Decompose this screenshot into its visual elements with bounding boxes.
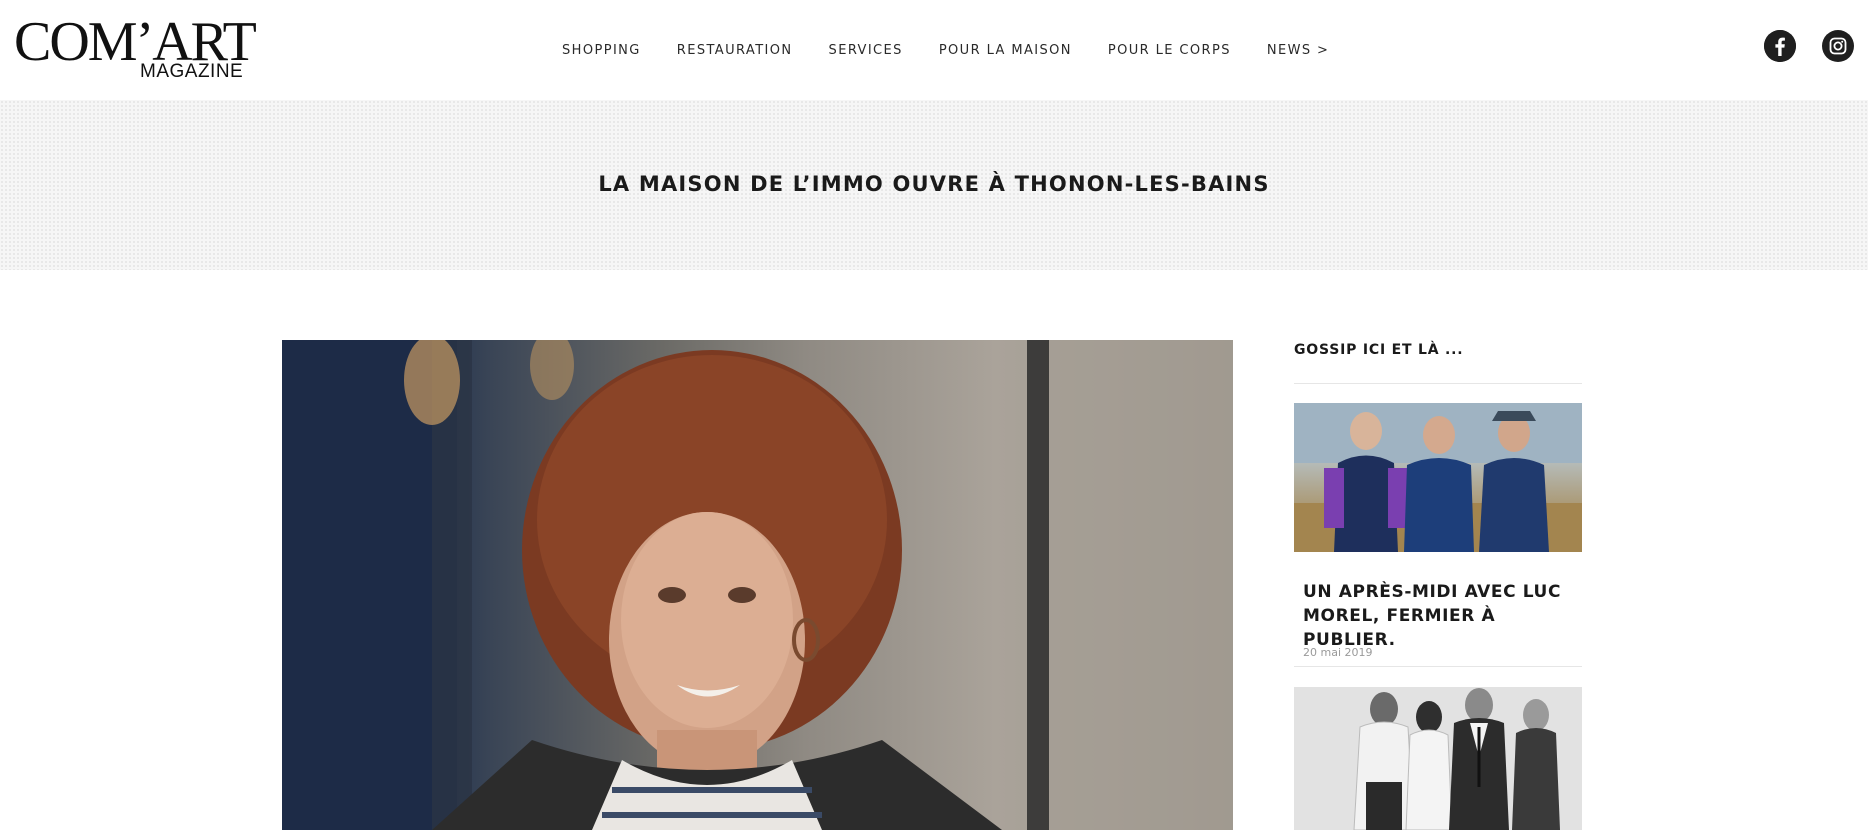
main-nav: SHOPPING RESTAURATION SERVICES POUR LA M… — [562, 40, 1365, 60]
nav-item-pour-la-maison[interactable]: POUR LA MAISON — [939, 43, 1072, 58]
nav-item-services[interactable]: SERVICES — [829, 43, 903, 58]
nav-item-pour-le-corps[interactable]: POUR LE CORPS — [1108, 43, 1231, 58]
logo-sub-text: MAGAZINE — [140, 61, 244, 82]
site-logo[interactable]: COM’ART MAGAZINE — [14, 14, 257, 84]
page-title: LA MAISON DE L’IMMO OUVRE À THONON-LES-B… — [598, 172, 1270, 196]
sidebar-divider — [1294, 666, 1582, 667]
sidebar-title: GOSSIP ICI ET LÀ ... — [1294, 342, 1464, 358]
article-hero-image — [282, 340, 1233, 830]
nav-item-shopping[interactable]: SHOPPING — [562, 43, 641, 58]
sidebar-post-date: 20 mai 2019 — [1303, 646, 1373, 659]
sidebar-divider — [1294, 383, 1582, 384]
sidebar-post-headline[interactable]: UN APRÈS-MIDI AVEC LUC MOREL, FERMIER À … — [1303, 580, 1583, 652]
facebook-icon[interactable] — [1764, 30, 1796, 62]
nav-item-news[interactable]: NEWS > — [1267, 43, 1329, 58]
site-header: COM’ART MAGAZINE SHOPPING RESTAURATION S… — [0, 0, 1868, 100]
sidebar-post-image[interactable] — [1294, 687, 1582, 830]
sidebar-post-image[interactable] — [1294, 403, 1582, 552]
nav-item-restauration[interactable]: RESTAURATION — [677, 43, 793, 58]
instagram-icon[interactable] — [1822, 30, 1854, 62]
